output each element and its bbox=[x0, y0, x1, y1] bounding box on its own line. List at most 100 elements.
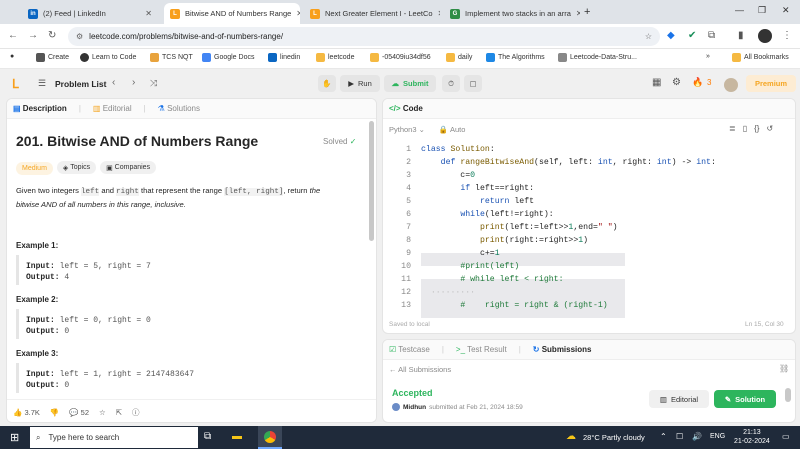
tab-editorial[interactable]: ▥ Editorial bbox=[93, 104, 132, 113]
forward-icon[interactable]: → bbox=[28, 30, 38, 41]
star-icon[interactable]: ☆ bbox=[99, 408, 106, 417]
github-icon[interactable]: ● bbox=[10, 53, 14, 60]
all-submissions-link[interactable]: ← All Submissions bbox=[389, 365, 451, 374]
bookmark-learn-to-code[interactable]: Learn to Code bbox=[80, 53, 136, 62]
topics-chip[interactable]: ◈ Topics bbox=[56, 161, 97, 174]
extensions-icon[interactable]: ⧉ bbox=[708, 30, 715, 41]
solution-button[interactable]: ✎ Solution bbox=[714, 390, 776, 408]
language-indicator[interactable]: ENG bbox=[710, 433, 725, 440]
comments-button[interactable]: 💬 52 bbox=[69, 408, 89, 417]
all-bookmarks[interactable]: All Bookmarks bbox=[732, 53, 789, 62]
avatar[interactable] bbox=[758, 29, 772, 43]
tab-description[interactable]: ▤ Description bbox=[13, 104, 67, 113]
bookmark-star-icon[interactable]: ☆ bbox=[645, 32, 652, 41]
timer-icon[interactable]: ⏱ bbox=[442, 75, 460, 92]
menu-icon[interactable]: ⋮ bbox=[782, 30, 792, 41]
volume-icon[interactable]: 🔊 bbox=[692, 432, 702, 441]
braces-icon[interactable]: {} bbox=[754, 124, 759, 133]
reset-icon[interactable]: ↺ bbox=[766, 124, 773, 133]
description-footer: 👍 3.7K 👎 💬 52 ☆ ⇱ ⓘ bbox=[7, 399, 376, 422]
language-select[interactable]: Python3 ⌄ bbox=[389, 125, 425, 134]
editorial-button[interactable]: ▥ Editorial bbox=[649, 390, 709, 408]
debug-button[interactable]: ✋ bbox=[318, 75, 336, 92]
premium-button[interactable]: Premium bbox=[746, 75, 796, 92]
companies-chip[interactable]: ▣ Companies bbox=[100, 161, 157, 174]
minimize-button[interactable]: — bbox=[735, 5, 744, 15]
tab-testcase[interactable]: ☑ Testcase bbox=[389, 345, 430, 354]
url-field[interactable]: ⚙ leetcode.com/problems/bitwise-and-of-n… bbox=[68, 27, 660, 46]
bookmark-google-docs[interactable]: Google Docs bbox=[202, 53, 254, 62]
site-info-icon[interactable]: ⚙ bbox=[76, 32, 83, 41]
leetcode-logo[interactable]: ᒪ bbox=[12, 77, 19, 91]
back-icon[interactable]: ← bbox=[8, 30, 18, 41]
extension-icon[interactable]: ◆ bbox=[667, 30, 675, 41]
network-icon[interactable]: ☐ bbox=[676, 432, 683, 441]
pencil-icon: ✎ bbox=[724, 394, 732, 404]
more-bookmarks-icon[interactable]: » bbox=[706, 53, 710, 60]
next-problem-icon[interactable]: › bbox=[132, 77, 135, 88]
sidepanel-icon[interactable]: ▮ bbox=[738, 30, 744, 41]
problem-list-link[interactable]: Problem List bbox=[55, 79, 106, 89]
share-icon[interactable]: ⇱ bbox=[116, 408, 122, 417]
browser-tab-linkedin[interactable]: in (2) Feed | LinkedIn ✕ bbox=[22, 3, 158, 24]
notes-icon[interactable]: ▢ bbox=[464, 75, 482, 92]
shuffle-icon[interactable]: ⤨ bbox=[150, 78, 157, 89]
tab-title: Implement two stacks in an arra bbox=[465, 9, 571, 18]
user-avatar[interactable] bbox=[724, 78, 738, 92]
clock[interactable]: 21:13 21-02-2024 bbox=[734, 428, 770, 446]
link-icon[interactable]: ⛓ bbox=[779, 364, 789, 373]
like-button[interactable]: 👍 3.7K bbox=[13, 408, 40, 417]
streak-fire-icon: 🔥 bbox=[692, 77, 704, 87]
bookmark-daily[interactable]: daily bbox=[446, 53, 472, 62]
run-button[interactable]: ▶ Run bbox=[340, 75, 380, 92]
browser-tab-bitwise[interactable]: L Bitwise AND of Numbers Range ✕ bbox=[164, 3, 300, 24]
file-explorer-icon[interactable]: ▬ bbox=[232, 431, 242, 442]
note-icon[interactable]: ≣ bbox=[729, 124, 736, 133]
browser-tab-two-stacks[interactable]: G Implement two stacks in an arra ✕ bbox=[444, 3, 580, 24]
clock-date: 21-02-2024 bbox=[734, 438, 770, 445]
close-icon[interactable]: ✕ bbox=[296, 9, 300, 18]
code-line: return left bbox=[479, 197, 535, 206]
restore-button[interactable]: ❐ bbox=[758, 5, 766, 16]
auto-toggle[interactable]: 🔒 Auto bbox=[439, 125, 465, 134]
code-title: Code bbox=[402, 104, 423, 113]
new-tab-button[interactable]: + bbox=[584, 6, 590, 18]
submission-status: Accepted bbox=[392, 388, 433, 398]
bookmark-linedin[interactable]: linedin bbox=[268, 53, 300, 62]
bookmark-the-algorithms[interactable]: The Algorithms bbox=[486, 53, 545, 62]
windows-start-icon[interactable]: ⊞ bbox=[10, 431, 19, 444]
tab-test-result[interactable]: >_ Test Result bbox=[456, 345, 507, 354]
bookmark-folder[interactable]: -05409iu34df56 bbox=[370, 53, 431, 62]
tab-submissions[interactable]: ↻ Submissions bbox=[533, 345, 592, 354]
scrollbar[interactable] bbox=[785, 388, 791, 402]
extension-icon[interactable]: ✔ bbox=[688, 30, 696, 41]
console-tabs: ☑ Testcase | >_ Test Result | ↻ Submissi… bbox=[383, 340, 795, 360]
task-view-icon[interactable]: ⧉ bbox=[204, 431, 211, 442]
bookmark-tcs-nqt[interactable]: TCS NQT bbox=[150, 53, 193, 62]
submit-button[interactable]: ☁ Submit bbox=[384, 75, 436, 92]
tab-solutions[interactable]: ⚗ Solutions bbox=[158, 104, 200, 113]
taskbar-search[interactable]: ⌕ Type here to search bbox=[30, 427, 198, 448]
close-window-button[interactable]: ✕ bbox=[782, 5, 790, 16]
tray-chevron-icon[interactable]: ⌃ bbox=[660, 432, 667, 441]
close-icon[interactable]: ✕ bbox=[145, 9, 152, 18]
browser-tab-next-greater[interactable]: L Next Greater Element I - LeetCo ✕ bbox=[304, 3, 440, 24]
weather-icon[interactable]: ☁ bbox=[566, 431, 576, 442]
help-icon[interactable]: ⓘ bbox=[132, 407, 140, 418]
notification-icon[interactable]: ▭ bbox=[782, 432, 790, 441]
close-icon[interactable]: ✕ bbox=[438, 9, 440, 18]
scrollbar[interactable] bbox=[369, 121, 374, 241]
close-icon[interactable]: ✕ bbox=[576, 9, 580, 18]
bookmark-leetcode[interactable]: leetcode bbox=[316, 53, 354, 62]
dislike-icon[interactable]: 👎 bbox=[50, 408, 59, 417]
code-editor[interactable]: 1 2 3 4 5 6 7 8 9 10 11 12 13 class Solu… bbox=[383, 143, 795, 319]
bookmark-leetcode-ds[interactable]: Leetcode-Data-Stru... bbox=[558, 53, 637, 62]
prev-problem-icon[interactable]: ‹ bbox=[112, 77, 115, 88]
bookmark-icon[interactable]: ▯ bbox=[743, 124, 747, 133]
bookmark-create[interactable]: Create bbox=[36, 53, 69, 62]
submit-label: Submit bbox=[403, 79, 429, 88]
reload-icon[interactable]: ↻ bbox=[48, 30, 56, 41]
settings-icon[interactable]: ⚙ bbox=[672, 77, 681, 88]
bookmark-label: daily bbox=[458, 54, 473, 61]
layout-icon[interactable]: ▦ bbox=[652, 77, 661, 88]
